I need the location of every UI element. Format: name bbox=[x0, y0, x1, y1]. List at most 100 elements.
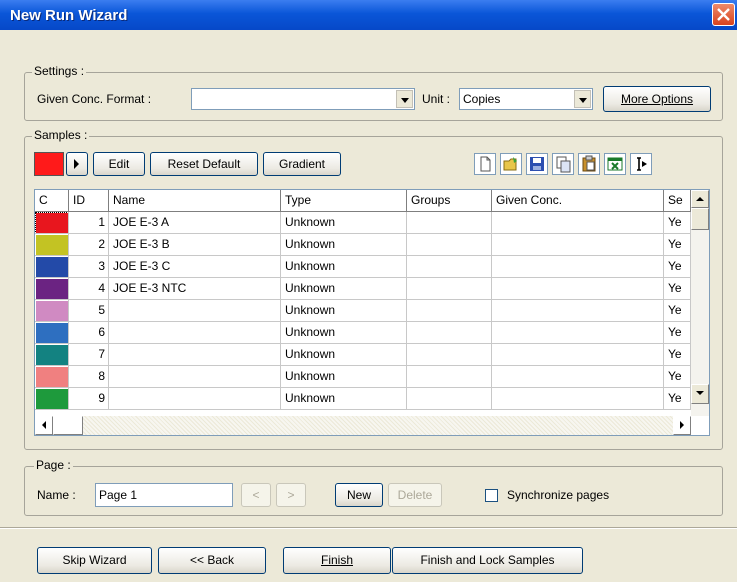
color-swatch[interactable] bbox=[36, 301, 68, 321]
cell-se[interactable]: Ye bbox=[664, 256, 691, 278]
cell-color[interactable] bbox=[35, 212, 69, 234]
cell-name[interactable] bbox=[109, 300, 281, 322]
cell-name[interactable]: JOE E-3 NTC bbox=[109, 278, 281, 300]
copy-icon[interactable] bbox=[552, 153, 574, 175]
cell-color[interactable] bbox=[35, 344, 69, 366]
cell-groups[interactable] bbox=[407, 212, 492, 234]
cell-se[interactable]: Ye bbox=[664, 278, 691, 300]
close-button[interactable] bbox=[712, 3, 735, 26]
cell-id[interactable]: 2 bbox=[69, 234, 109, 256]
cell-se[interactable]: Ye bbox=[664, 388, 691, 410]
cell-groups[interactable] bbox=[407, 278, 492, 300]
cell-name[interactable]: JOE E-3 B bbox=[109, 234, 281, 256]
color-swatch[interactable] bbox=[36, 279, 68, 299]
cell-type[interactable]: Unknown bbox=[281, 212, 407, 234]
cell-color[interactable] bbox=[35, 388, 69, 410]
delete-page-button[interactable]: Delete bbox=[388, 483, 442, 507]
vertical-scrollbar[interactable] bbox=[691, 190, 709, 416]
cell-given-conc[interactable] bbox=[492, 234, 664, 256]
skip-wizard-button[interactable]: Skip Wizard bbox=[37, 547, 152, 574]
cell-id[interactable]: 3 bbox=[69, 256, 109, 278]
cell-name[interactable] bbox=[109, 366, 281, 388]
cell-groups[interactable] bbox=[407, 234, 492, 256]
color-menu-button[interactable] bbox=[66, 152, 88, 176]
color-swatch[interactable] bbox=[36, 345, 68, 365]
cell-se[interactable]: Ye bbox=[664, 366, 691, 388]
cell-se[interactable]: Ye bbox=[664, 322, 691, 344]
scroll-thumb[interactable] bbox=[691, 208, 709, 230]
column-header-color[interactable]: C bbox=[35, 190, 69, 212]
cell-color[interactable] bbox=[35, 366, 69, 388]
cell-color[interactable] bbox=[35, 322, 69, 344]
text-cursor-icon[interactable] bbox=[630, 153, 652, 175]
cell-color[interactable] bbox=[35, 256, 69, 278]
cell-name[interactable] bbox=[109, 344, 281, 366]
given-conc-format-dropdown[interactable] bbox=[191, 88, 415, 110]
cell-id[interactable]: 8 bbox=[69, 366, 109, 388]
color-swatch[interactable] bbox=[36, 323, 68, 343]
cell-given-conc[interactable] bbox=[492, 256, 664, 278]
cell-type[interactable]: Unknown bbox=[281, 344, 407, 366]
cell-color[interactable] bbox=[35, 300, 69, 322]
horizontal-scroll-thumb[interactable] bbox=[53, 416, 83, 435]
finish-button[interactable]: Finish bbox=[283, 547, 391, 574]
cell-given-conc[interactable] bbox=[492, 278, 664, 300]
cell-color[interactable] bbox=[35, 278, 69, 300]
table-row[interactable]: 6 Unknown Ye bbox=[35, 322, 691, 344]
table-row[interactable]: 2 JOE E-3 B Unknown Ye bbox=[35, 234, 691, 256]
column-header-se[interactable]: Se bbox=[664, 190, 691, 212]
table-row[interactable]: 3 JOE E-3 C Unknown Ye bbox=[35, 256, 691, 278]
new-page-button[interactable]: New bbox=[335, 483, 383, 507]
cell-se[interactable]: Ye bbox=[664, 300, 691, 322]
color-swatch[interactable] bbox=[35, 212, 68, 233]
dropdown-arrow-icon[interactable] bbox=[574, 90, 591, 108]
cell-type[interactable]: Unknown bbox=[281, 278, 407, 300]
cell-type[interactable]: Unknown bbox=[281, 234, 407, 256]
scroll-right-button[interactable] bbox=[673, 416, 691, 435]
cell-groups[interactable] bbox=[407, 300, 492, 322]
scroll-up-button[interactable] bbox=[691, 190, 709, 208]
cell-groups[interactable] bbox=[407, 366, 492, 388]
column-header-groups[interactable]: Groups bbox=[407, 190, 492, 212]
column-header-name[interactable]: Name bbox=[109, 190, 281, 212]
dropdown-arrow-icon[interactable] bbox=[396, 90, 413, 108]
cell-given-conc[interactable] bbox=[492, 388, 664, 410]
table-row[interactable]: 4 JOE E-3 NTC Unknown Ye bbox=[35, 278, 691, 300]
cell-type[interactable]: Unknown bbox=[281, 322, 407, 344]
cell-id[interactable]: 4 bbox=[69, 278, 109, 300]
new-document-icon[interactable] bbox=[474, 153, 496, 175]
reset-default-button[interactable]: Reset Default bbox=[150, 152, 258, 176]
cell-id[interactable]: 6 bbox=[69, 322, 109, 344]
cell-given-conc[interactable] bbox=[492, 366, 664, 388]
next-page-button[interactable]: > bbox=[276, 483, 306, 507]
color-picker-swatch[interactable] bbox=[34, 152, 64, 176]
horizontal-scrollbar[interactable] bbox=[35, 416, 691, 435]
cell-se[interactable]: Ye bbox=[664, 212, 691, 234]
edit-button[interactable]: Edit bbox=[93, 152, 145, 176]
paste-icon[interactable] bbox=[578, 153, 600, 175]
cell-given-conc[interactable] bbox=[492, 212, 664, 234]
cell-given-conc[interactable] bbox=[492, 300, 664, 322]
synchronize-pages-label[interactable]: Synchronize pages bbox=[507, 488, 609, 502]
unit-dropdown[interactable]: Copies bbox=[459, 88, 593, 110]
cell-se[interactable]: Ye bbox=[664, 344, 691, 366]
cell-groups[interactable] bbox=[407, 256, 492, 278]
cell-name[interactable] bbox=[109, 322, 281, 344]
cell-name[interactable]: JOE E-3 A bbox=[109, 212, 281, 234]
cell-groups[interactable] bbox=[407, 322, 492, 344]
cell-id[interactable]: 5 bbox=[69, 300, 109, 322]
back-button[interactable]: << Back bbox=[158, 547, 266, 574]
table-row[interactable]: 9 Unknown Ye bbox=[35, 388, 691, 410]
cell-type[interactable]: Unknown bbox=[281, 366, 407, 388]
previous-page-button[interactable]: < bbox=[241, 483, 271, 507]
table-row[interactable]: 8 Unknown Ye bbox=[35, 366, 691, 388]
cell-groups[interactable] bbox=[407, 344, 492, 366]
save-disk-icon[interactable] bbox=[526, 153, 548, 175]
cell-type[interactable]: Unknown bbox=[281, 256, 407, 278]
cell-given-conc[interactable] bbox=[492, 322, 664, 344]
scroll-down-button[interactable] bbox=[691, 384, 709, 404]
cell-id[interactable]: 7 bbox=[69, 344, 109, 366]
cell-se[interactable]: Ye bbox=[664, 234, 691, 256]
cell-type[interactable]: Unknown bbox=[281, 300, 407, 322]
open-folder-icon[interactable] bbox=[500, 153, 522, 175]
